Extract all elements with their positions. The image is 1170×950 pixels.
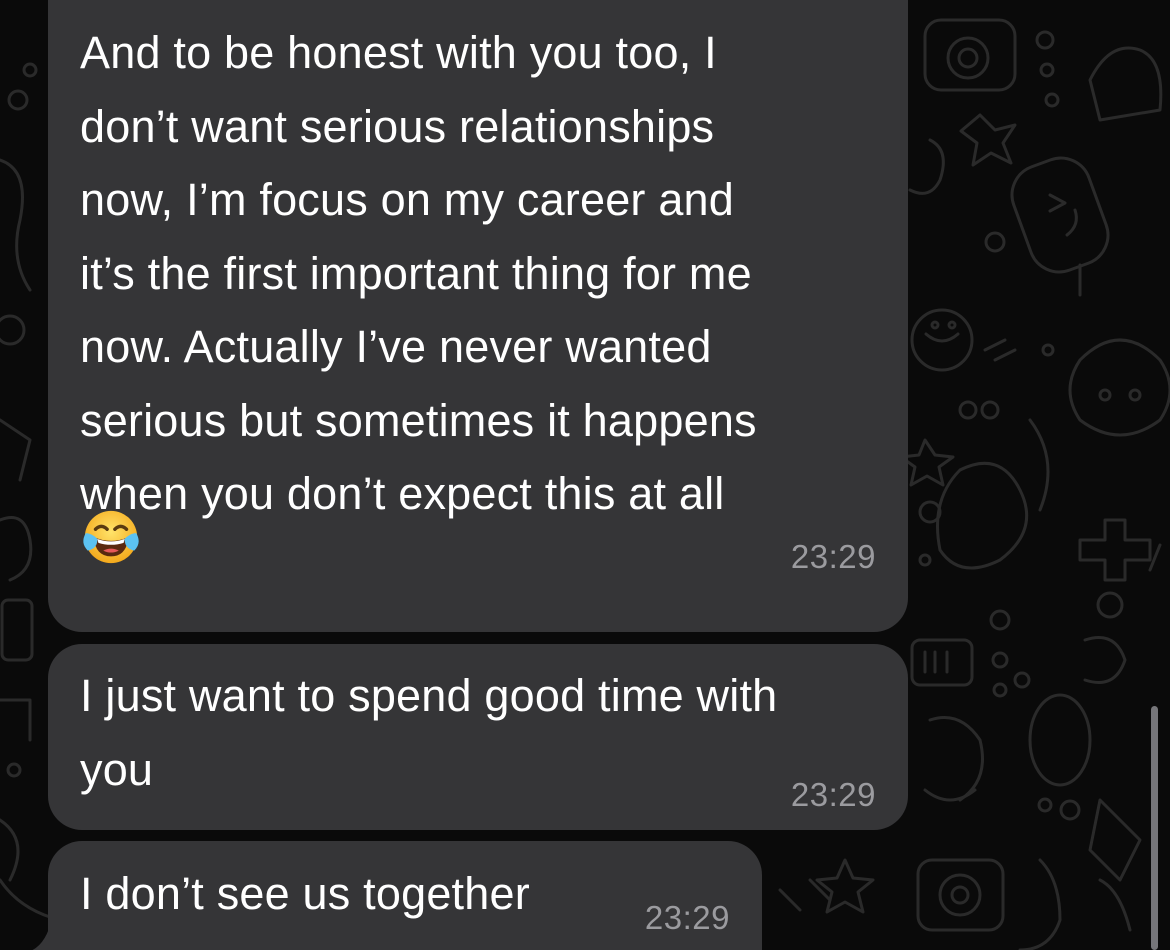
tears-of-joy-emoji-icon (83, 510, 139, 564)
message-text: I don’t see us together (80, 868, 530, 919)
message-text: And to be honest with you too, I don’t w… (80, 27, 757, 519)
message-timestamp: 23:29 (644, 899, 730, 936)
message-timestamp: 23:29 (790, 776, 876, 813)
message-bubble[interactable]: I don’t see us together 23:29 (48, 841, 762, 950)
chat-view[interactable]: And to be honest with you too, I don’t w… (0, 0, 1170, 950)
message-text: I just want to spend good time with you (80, 670, 778, 795)
scroll-indicator[interactable] (1151, 706, 1158, 950)
message-bubble[interactable]: I just want to spend good time with you … (48, 644, 908, 830)
message-timestamp: 23:29 (790, 538, 876, 575)
message-bubble[interactable]: And to be honest with you too, I don’t w… (48, 0, 908, 632)
